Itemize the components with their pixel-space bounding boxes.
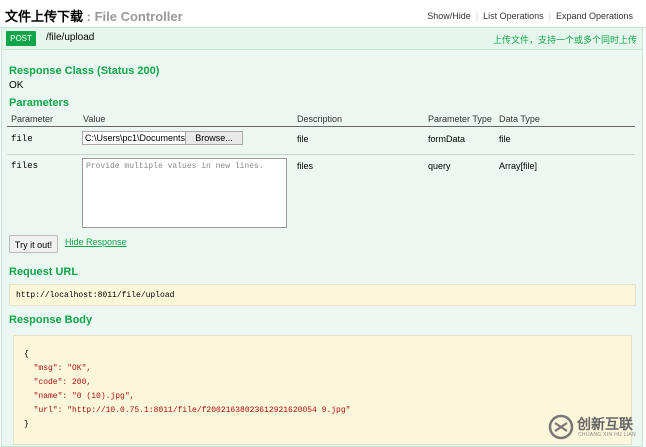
files-textarea[interactable]: Provide multiple values in new lines. [82,158,287,228]
logo-icon [548,414,574,440]
column-header-value: Value [83,114,106,124]
data-type-files: Array[file] [499,161,538,171]
column-header-data-type: Data Type [499,114,540,124]
watermark: 创新互联 CHUANG XIN HU LIAN [548,411,644,443]
param-description-files: files [297,161,314,171]
response-body-line: } [24,420,29,429]
parameters-heading: Parameters [9,97,69,109]
watermark-subtext: CHUANG XIN HU LIAN [578,432,636,438]
response-body-line: "code": 200, [24,378,92,387]
data-type-file: file [499,134,511,144]
response-body-line: "name": "0 (10).jpg", [24,392,135,401]
browse-button[interactable]: Browse... [185,132,242,144]
response-class-heading: Response Class (Status 200) [9,65,160,77]
operation-summary[interactable]: 上传文件，支持一个或多个同时上传 [493,33,637,46]
row-divider [7,154,635,155]
resource-title-cn[interactable]: 文件上传下载 [5,9,83,24]
controller-name[interactable]: File Controller [95,9,183,24]
list-operations-link[interactable]: List Operations [478,11,549,21]
table-header-divider [7,126,635,127]
response-body-heading: Response Body [9,314,93,326]
hide-response-link[interactable]: Hide Response [65,237,127,247]
response-body-line: "url": "http://10.0.75.1:8011/file/f2002… [24,406,351,415]
resource-operations: Show/Hide | List Operations | Expand Operati… [422,11,638,21]
param-name-file: file [11,134,33,144]
file-input[interactable]: C:\Users\pc1\Documents Browse... [82,131,243,145]
resource-title[interactable]: 文件上传下载 : File Controller [5,6,183,25]
param-type-file: formData [428,134,466,144]
expand-operations-link[interactable]: Expand Operations [551,11,638,21]
title-separator: : [83,9,95,24]
operation-path[interactable]: /file/upload [46,32,94,43]
response-class-value: OK [9,80,24,91]
column-header-parameter: Parameter [11,114,54,124]
column-header-parameter-type: Parameter Type [428,114,492,124]
try-it-out-button[interactable]: Try it out! [9,235,58,253]
param-description-file: file [297,134,309,144]
file-input-value: C:\Users\pc1\Documents [85,133,186,143]
response-body-line: { [24,350,29,359]
response-body-box: { "msg": "OK", "code": 200, "name": "0 (… [13,335,632,445]
request-url-box: http://localhost:8011/file/upload [9,284,636,306]
http-method-badge[interactable]: POST [6,31,36,46]
files-textarea-placeholder: Provide multiple values in new lines. [86,162,264,171]
resource-header: 文件上传下载 : File Controller Show/Hide | List … [0,0,646,28]
param-name-files: files [11,161,39,171]
request-url-heading: Request URL [9,266,79,278]
param-type-files: query [428,161,451,171]
operation-heading[interactable]: POST /file/upload 上传文件，支持一个或多个同时上传 [2,28,642,50]
request-url-value: http://localhost:8011/file/upload [16,291,175,300]
show-hide-link[interactable]: Show/Hide [422,11,476,21]
watermark-text: 创新互联 [577,416,633,432]
response-body-line: "msg": "OK", [24,364,92,373]
column-header-description: Description [297,114,343,124]
